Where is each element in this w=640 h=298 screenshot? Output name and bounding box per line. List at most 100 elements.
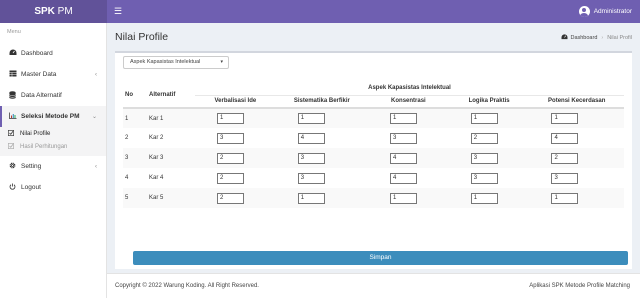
sidebar-item-label: Seleksi Metode PM — [21, 113, 80, 120]
dashboard-icon — [8, 49, 17, 58]
save-button[interactable]: Simpan — [133, 251, 628, 265]
profile-values-table: No Alternatif Aspek Kapasistas Intelektu… — [123, 82, 624, 208]
score-input[interactable]: 1 — [470, 113, 498, 124]
score-input[interactable]: 1 — [390, 113, 418, 124]
breadcrumb-current: Nilai Profil — [607, 35, 632, 41]
row-alternative: Kar 2 — [149, 135, 164, 141]
sidebar-subitem-label: Hasil Perhitungan — [20, 143, 68, 150]
row-alternative: Kar 5 — [149, 195, 164, 201]
user-name: Administrator — [593, 8, 632, 15]
column-header-criterion: Potensi Kecerdasan — [548, 98, 606, 105]
table-icon — [8, 70, 17, 79]
column-header-alternatif: Alternatif — [149, 91, 176, 98]
sidebar-item-dashboard[interactable]: Dashboard — [0, 43, 106, 64]
profile-values-box: Aspek Kapasistas Intelektual ▾ No Altern… — [115, 51, 632, 269]
sidebar-item-label: Logout — [21, 184, 41, 191]
sidebar-item-seleksi-metode-pm[interactable]: Seleksi Metode PM ⌄ — [0, 106, 106, 127]
table-row: 3 Kar 3 2 3 4 3 2 — [123, 148, 624, 168]
top-navbar: SPK PM ☰ Administrator — [0, 0, 640, 23]
sidebar: Menu Dashboard Master Data ‹ Data Altern… — [0, 23, 107, 298]
score-input[interactable]: 1 — [217, 113, 244, 124]
row-number: 1 — [125, 115, 129, 122]
sidebar-item-logout[interactable]: Logout — [0, 177, 106, 198]
score-input[interactable]: 1 — [297, 192, 325, 204]
score-input[interactable]: 4 — [297, 132, 325, 144]
row-number: 2 — [125, 135, 129, 141]
chevron-left-icon: ‹ — [95, 71, 97, 78]
column-header-criterion: Verbalisasi Ide — [214, 98, 257, 105]
user-avatar-icon — [578, 6, 590, 17]
app-logo[interactable]: SPK PM — [0, 0, 107, 23]
score-input[interactable]: 1 — [470, 192, 498, 204]
aspect-select[interactable]: Aspek Kapasistas Intelektual ▾ — [123, 56, 229, 69]
breadcrumb-separator: › — [601, 35, 604, 41]
table-row: 1 Kar 1 1 1 1 1 1 — [123, 108, 624, 128]
sidebar-item-setting[interactable]: Setting ‹ — [0, 156, 106, 177]
database-icon — [8, 90, 17, 101]
score-input[interactable]: 4 — [390, 152, 418, 164]
breadcrumb: Dashboard › Nilai Profil — [561, 34, 632, 42]
sidebar-item-master-data[interactable]: Master Data ‹ — [0, 64, 106, 85]
user-menu[interactable]: Administrator — [578, 0, 632, 23]
sidebar-item-label: Dashboard — [21, 50, 53, 57]
aspect-select-value: Aspek Kapasistas Intelektual — [130, 59, 201, 65]
score-input[interactable]: 1 — [551, 113, 579, 124]
score-input[interactable]: 2 — [217, 152, 244, 164]
chevron-down-icon: ⌄ — [91, 114, 97, 120]
row-alternative: Kar 3 — [149, 155, 164, 161]
score-input[interactable]: 2 — [217, 192, 244, 204]
sidebar-item-label: Setting — [21, 163, 42, 170]
checkbox-icon — [8, 142, 17, 151]
column-header-no: No — [125, 91, 133, 98]
score-input[interactable]: 1 — [551, 192, 579, 204]
page-title: Nilai Profile — [115, 31, 169, 43]
column-header-criterion: Logika Praktis — [468, 98, 510, 105]
power-icon — [8, 183, 17, 192]
score-input[interactable]: 3 — [217, 132, 244, 144]
score-input[interactable]: 4 — [390, 172, 418, 184]
dashboard-icon — [561, 34, 568, 42]
sidebar-subitem-nilai-profile[interactable]: Nilai Profile — [0, 127, 106, 140]
score-input[interactable]: 2 — [217, 172, 244, 184]
score-input[interactable]: 1 — [390, 192, 418, 204]
table-row: 4 Kar 4 2 3 4 3 3 — [123, 168, 624, 188]
score-input[interactable]: 2 — [551, 152, 579, 164]
score-input[interactable]: 3 — [390, 132, 418, 144]
breadcrumb-home-link[interactable]: Dashboard — [570, 35, 597, 41]
sidebar-item-label: Master Data — [21, 71, 57, 78]
sidebar-subitem-label: Nilai Profile — [20, 130, 51, 137]
score-input[interactable]: 3 — [297, 152, 325, 164]
main-content: Nilai Profile Dashboard › Nilai Profil A… — [107, 23, 640, 273]
column-header-criterion: Konsentrasi — [391, 98, 426, 105]
chart-icon — [8, 112, 17, 121]
footer-copyright: Copyright © 2022 Warung Koding. All Righ… — [115, 283, 259, 289]
column-header-criterion: Sistematika Berfikir — [293, 98, 350, 105]
chevron-down-icon: ▾ — [220, 59, 223, 65]
row-number: 3 — [125, 155, 129, 161]
column-group-header: Aspek Kapasistas Intelektual — [195, 82, 624, 96]
row-number: 4 — [125, 175, 129, 181]
score-input[interactable]: 3 — [551, 172, 579, 184]
score-input[interactable]: 4 — [551, 132, 579, 144]
score-input[interactable]: 2 — [470, 132, 498, 144]
sidebar-subitem-hasil-perhitungan[interactable]: Hasil Perhitungan — [0, 140, 106, 153]
sidebar-submenu: Nilai Profile Hasil Perhitungan — [0, 127, 106, 156]
score-input[interactable]: 3 — [470, 172, 498, 184]
logo-bold: SPK — [34, 6, 55, 17]
row-alternative: Kar 4 — [149, 175, 164, 181]
score-input[interactable]: 1 — [297, 113, 325, 124]
score-input[interactable]: 3 — [297, 172, 325, 184]
sidebar-item-label: Data Alternatif — [21, 92, 62, 99]
sidebar-item-data-alternatif[interactable]: Data Alternatif — [0, 85, 106, 106]
score-input[interactable]: 3 — [470, 152, 498, 164]
chevron-left-icon: ‹ — [95, 163, 97, 170]
table-row: 2 Kar 2 3 4 3 2 4 — [123, 128, 624, 148]
hamburger-icon[interactable]: ☰ — [114, 0, 122, 23]
footer: Copyright © 2022 Warung Koding. All Righ… — [107, 273, 640, 298]
table-row: 5 Kar 5 2 1 1 1 1 — [123, 188, 624, 208]
gear-icon — [8, 162, 17, 171]
row-number: 5 — [125, 195, 129, 201]
sidebar-menu-header: Menu — [7, 29, 21, 35]
footer-app-name: Aplikasi SPK Metode Profile Matching — [529, 283, 630, 289]
row-alternative: Kar 1 — [149, 115, 164, 122]
